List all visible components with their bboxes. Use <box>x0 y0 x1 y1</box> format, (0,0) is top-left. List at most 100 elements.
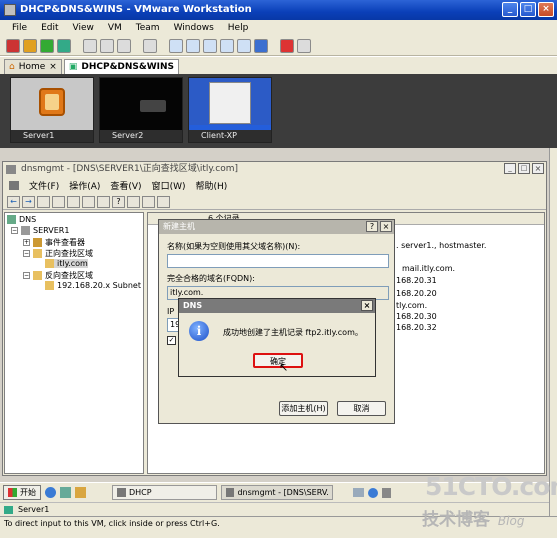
quick-switch-icon[interactable] <box>220 38 234 53</box>
view-mode-icon[interactable] <box>254 38 268 53</box>
mmc-menu-window[interactable]: 窗口(W) <box>152 179 186 192</box>
mmc-max-button[interactable]: □ <box>518 163 530 174</box>
collapse-icon[interactable]: − <box>11 227 18 234</box>
thumb-client-xp-label: Client-XP <box>189 130 271 142</box>
thumb-server2-label: Server2 <box>100 130 182 142</box>
team-icon[interactable] <box>297 38 311 53</box>
power-on-icon[interactable] <box>40 38 54 53</box>
new-host-title: 新建主机 <box>163 222 195 231</box>
tree-dns[interactable]: DNS <box>7 215 36 224</box>
quicklaunch-desktop-icon[interactable] <box>60 487 71 498</box>
forward-icon[interactable]: → <box>22 195 35 208</box>
tree-reverse-zones[interactable]: − 反向查找区域 <box>23 270 93 281</box>
view-icon[interactable] <box>127 195 140 208</box>
record-row[interactable]: tly.com. <box>396 301 427 310</box>
taskbar-dnsmgmt[interactable]: dnsmgmt - [DNS\SERV... <box>221 485 333 500</box>
mmc-menu-action[interactable]: 操作(A) <box>69 179 100 192</box>
revert-icon[interactable] <box>100 38 114 53</box>
tab-home[interactable]: ⌂ Home × <box>4 59 62 74</box>
mmc-min-button[interactable]: _ <box>504 163 516 174</box>
thumb-client-xp[interactable]: Client-XP <box>188 77 272 143</box>
properties-icon[interactable] <box>82 195 95 208</box>
dialog-help-button[interactable]: ? <box>366 221 378 232</box>
tree-event-viewer[interactable]: + 事件查看器 <box>23 237 85 248</box>
menu-help[interactable]: Help <box>228 23 249 33</box>
menu-file[interactable]: File <box>12 23 27 33</box>
quicklaunch-ie-icon[interactable] <box>45 487 56 498</box>
console-view-icon[interactable] <box>237 38 251 53</box>
mmc-menu-help[interactable]: 帮助(H) <box>196 179 228 192</box>
menu-vm[interactable]: VM <box>108 23 122 33</box>
tree-subnet[interactable]: 192.168.20.x Subnet <box>45 281 141 290</box>
menu-team[interactable]: Team <box>136 23 160 33</box>
vmware-app-icon <box>4 4 16 16</box>
minimize-button[interactable]: _ <box>502 2 518 17</box>
tree-forward-zones[interactable]: − 正向查找区域 <box>23 248 93 259</box>
record-row[interactable]: 168.20.30 <box>396 312 437 321</box>
thumb-server1[interactable]: Server1 <box>10 77 94 143</box>
clone-icon[interactable] <box>280 38 294 53</box>
record-row[interactable]: 168.20.32 <box>396 323 437 332</box>
start-button[interactable]: 开始 <box>3 485 41 500</box>
mmc-close-button[interactable]: × <box>532 163 544 174</box>
new-record-icon[interactable] <box>142 195 155 208</box>
thumb-server2[interactable]: Server2 <box>99 77 183 143</box>
refresh-icon[interactable] <box>67 195 80 208</box>
thumbnail-icon[interactable] <box>186 38 200 53</box>
record-row[interactable]: . server1., hostmaster. <box>396 241 486 250</box>
add-host-button[interactable]: 添加主机(H) <box>279 401 328 416</box>
tree-server1[interactable]: − SERVER1 <box>11 226 69 235</box>
reset-icon[interactable] <box>57 38 71 53</box>
back-icon[interactable]: ← <box>7 195 20 208</box>
tree-server1-label: SERVER1 <box>33 226 70 235</box>
snapshot-manager-icon[interactable] <box>117 38 131 53</box>
close-button[interactable]: × <box>538 2 554 17</box>
tab-bar: ⌂ Home × ▣ DHCP&DNS&WINS <box>0 57 557 74</box>
mmc-menu-view[interactable]: 查看(V) <box>110 179 141 192</box>
sidebar-icon[interactable] <box>169 38 183 53</box>
tab-close-icon[interactable]: × <box>49 62 57 72</box>
tab-dhcp-dns-wins[interactable]: ▣ DHCP&DNS&WINS <box>63 59 180 74</box>
maximize-button[interactable]: □ <box>520 2 536 17</box>
expand-icon[interactable]: + <box>23 239 30 246</box>
record-row[interactable]: 168.20.20 <box>396 289 437 298</box>
fullscreen-icon[interactable] <box>203 38 217 53</box>
snapshot-icon[interactable] <box>83 38 97 53</box>
dnsmgmt-app-icon <box>226 488 235 497</box>
volume-tray-icon[interactable] <box>382 487 391 498</box>
suspend-icon[interactable] <box>23 38 37 53</box>
help-icon[interactable]: ? <box>112 195 125 208</box>
tree-forward-label: 正向查找区域 <box>45 249 93 258</box>
cancel-button[interactable]: 取消 <box>337 401 386 416</box>
menu-view[interactable]: View <box>73 23 94 33</box>
ok-button[interactable]: 确定 <box>253 353 303 368</box>
ptr-checkbox[interactable]: ✓ <box>167 336 176 345</box>
record-row[interactable]: 168.20.31 <box>396 276 437 285</box>
taskbar-dhcp[interactable]: DHCP <box>112 485 217 500</box>
mmc-menu-file[interactable]: 文件(F) <box>29 179 59 192</box>
client-xp-screen <box>189 78 271 130</box>
show-tree-icon[interactable] <box>52 195 65 208</box>
msgbox-close-button[interactable]: × <box>361 300 373 311</box>
dns-icon <box>7 215 16 224</box>
name-input[interactable] <box>167 254 389 268</box>
windows-logo-icon <box>8 488 17 497</box>
collapse-icon[interactable]: − <box>23 272 30 279</box>
settings-icon[interactable] <box>143 38 157 53</box>
help-tray-icon[interactable] <box>368 487 378 498</box>
quicklaunch-explorer-icon[interactable] <box>75 487 86 498</box>
up-folder-icon[interactable] <box>37 195 50 208</box>
new-zone-icon[interactable] <box>157 195 170 208</box>
collapse-icon[interactable]: − <box>23 250 30 257</box>
export-list-icon[interactable] <box>97 195 110 208</box>
menu-windows[interactable]: Windows <box>174 23 214 33</box>
window-title: DHCP&DNS&WINS - VMware Workstation <box>20 4 252 15</box>
tree-zone-itly[interactable]: itly.com <box>45 259 88 268</box>
tree-zone-label: itly.com <box>57 259 88 268</box>
vm-scrollbar[interactable] <box>549 148 557 516</box>
record-row[interactable]: mail.itly.com. <box>402 264 455 273</box>
dialog-close-button[interactable]: × <box>380 221 392 232</box>
menu-edit[interactable]: Edit <box>41 23 58 33</box>
power-off-icon[interactable] <box>6 38 20 53</box>
network-tray-icon[interactable] <box>353 488 364 497</box>
